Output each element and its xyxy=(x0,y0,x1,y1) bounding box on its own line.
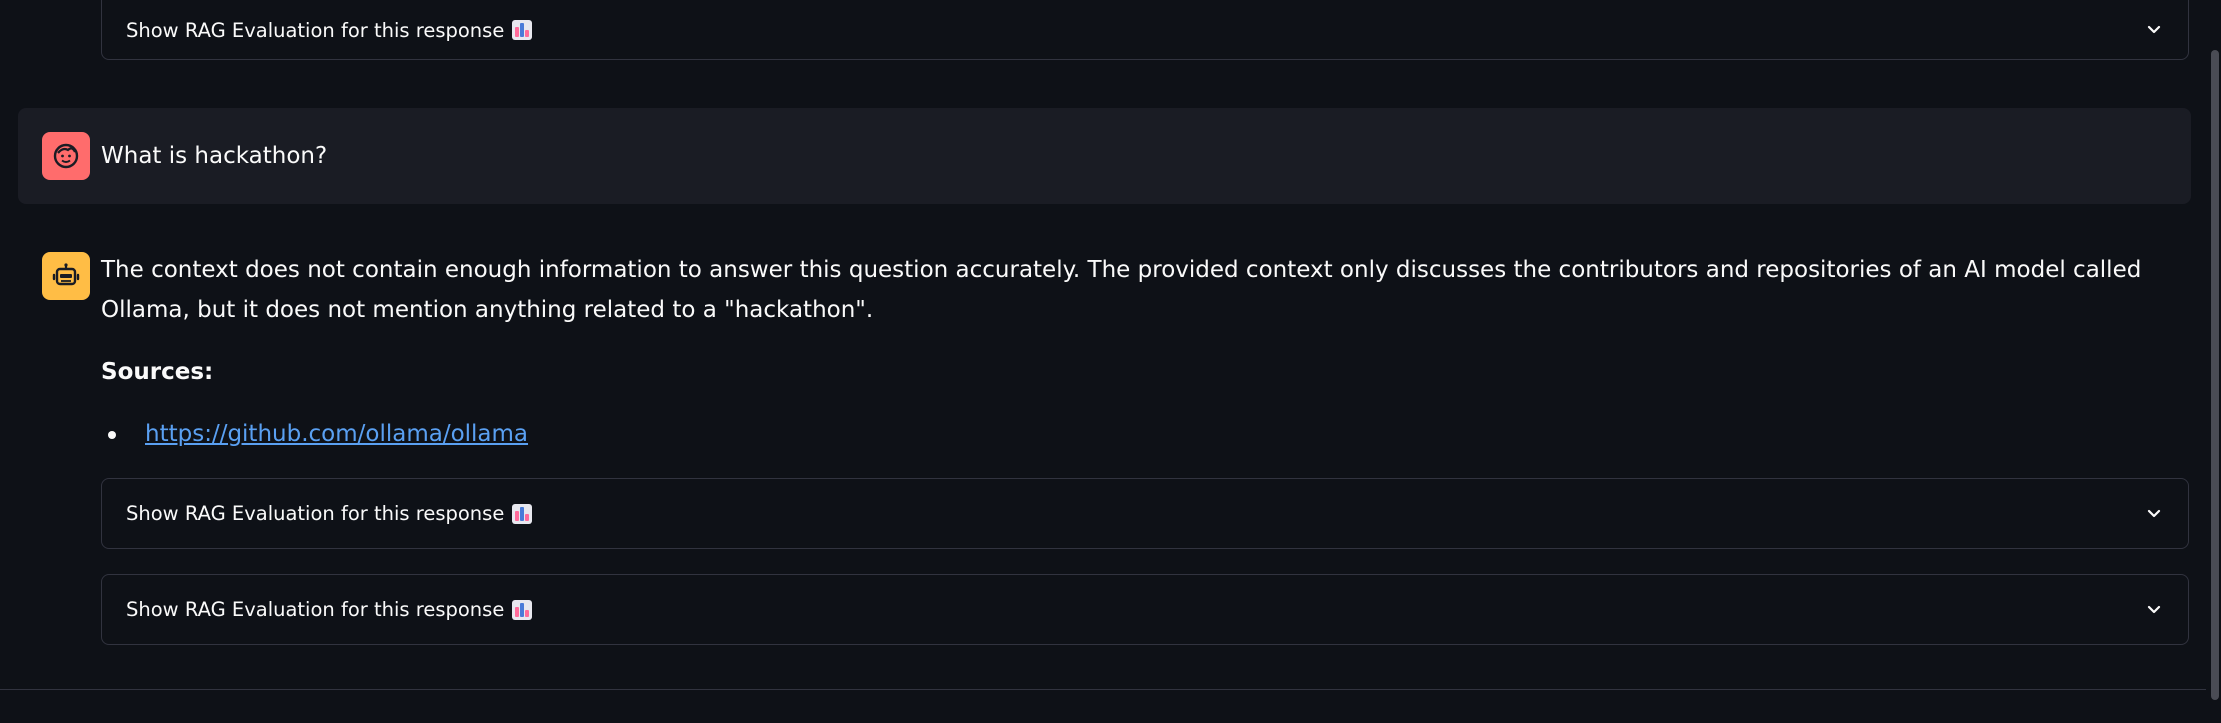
expander-label: Show RAG Evaluation for this response xyxy=(126,18,505,42)
source-link[interactable]: https://github.com/ollama/ollama xyxy=(145,421,528,447)
expander-label: Show RAG Evaluation for this response xyxy=(126,598,505,621)
assistant-message-text: The context does not contain enough info… xyxy=(101,257,2142,323)
source-item: https://github.com/ollama/ollama xyxy=(101,414,528,454)
chevron-down-icon[interactable] xyxy=(2144,600,2164,620)
chat-page: Show RAG Evaluation for this response Wh… xyxy=(0,0,2221,723)
user-avatar xyxy=(42,132,90,180)
expander-label-wrap: Show RAG Evaluation for this response xyxy=(126,598,533,621)
scrollbar[interactable] xyxy=(2211,50,2219,700)
chevron-down-icon[interactable] xyxy=(2144,20,2164,40)
sources-label: Sources: xyxy=(101,359,214,385)
expander-label-wrap: Show RAG Evaluation for this response xyxy=(126,502,533,525)
rag-evaluation-expander[interactable]: Show RAG Evaluation for this response xyxy=(101,574,2189,645)
user-face-icon xyxy=(53,143,79,169)
expander-label: Show RAG Evaluation for this response xyxy=(126,502,505,525)
sources-list: https://github.com/ollama/ollama xyxy=(101,414,528,454)
user-message-text: What is hackathon? xyxy=(101,143,328,169)
chevron-down-icon[interactable] xyxy=(2144,504,2164,524)
bar-chart-emoji-icon xyxy=(512,503,533,524)
robot-icon xyxy=(52,263,80,286)
assistant-avatar xyxy=(42,252,90,300)
bar-chart-emoji-icon xyxy=(512,20,533,40)
bar-chart-emoji-icon xyxy=(512,599,533,620)
expander-label-wrap: Show RAG Evaluation for this response xyxy=(126,7,533,42)
rag-evaluation-expander[interactable]: Show RAG Evaluation for this response xyxy=(101,478,2189,549)
divider xyxy=(0,689,2206,690)
rag-evaluation-expander[interactable]: Show RAG Evaluation for this response xyxy=(101,0,2189,60)
user-message: What is hackathon? xyxy=(18,108,2191,204)
